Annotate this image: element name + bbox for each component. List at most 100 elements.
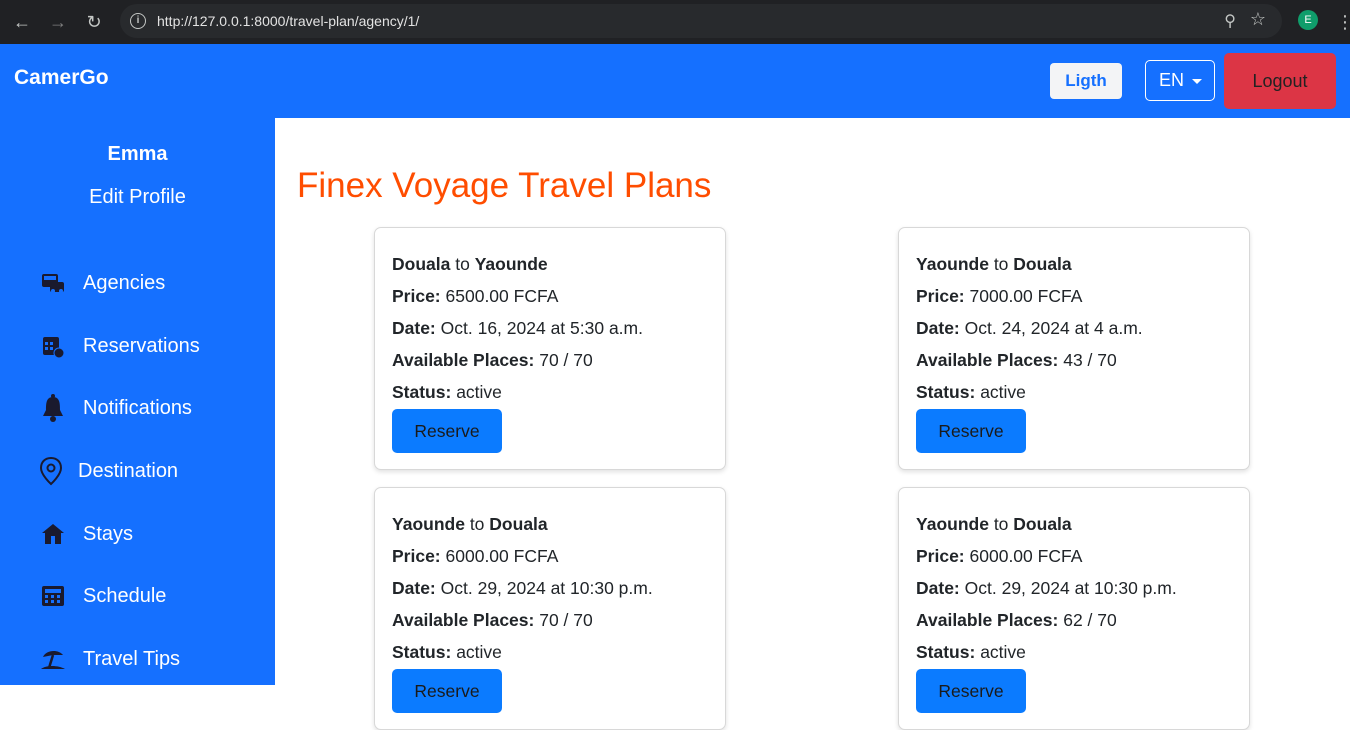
status-row: Status: active <box>916 382 1026 403</box>
route-separator: to <box>993 514 1009 534</box>
price-value: 7000.00 FCFA <box>969 286 1083 306</box>
route-separator: to <box>469 514 485 534</box>
status-value: active <box>980 642 1026 662</box>
route: Yaounde to Douala <box>392 514 548 535</box>
status-label: Status: <box>392 642 452 662</box>
sidebar-item-label: Schedule <box>83 584 167 607</box>
calculator-icon <box>38 581 68 611</box>
available-row: Available Places: 70 / 70 <box>392 350 593 371</box>
language-dropdown[interactable]: EN <box>1145 60 1215 101</box>
url-text[interactable]: http://127.0.0.1:8000/travel-plan/agency… <box>157 13 419 29</box>
bell-icon <box>38 393 68 423</box>
sidebar-item-label: Agencies <box>83 271 166 294</box>
date-value: Oct. 29, 2024 at 10:30 p.m. <box>440 578 653 598</box>
price-row: Price: 6500.00 FCFA <box>392 286 558 307</box>
reserve-button[interactable]: Reserve <box>916 669 1026 713</box>
price-row: Price: 6000.00 FCFA <box>916 546 1082 567</box>
profile-avatar[interactable]: E <box>1298 10 1318 30</box>
available-value: 70 / 70 <box>539 350 593 370</box>
available-value: 43 / 70 <box>1063 350 1117 370</box>
reserve-button[interactable]: Reserve <box>392 409 502 453</box>
zoom-icon[interactable]: ⚲ <box>1224 11 1236 31</box>
date-row: Date: Oct. 29, 2024 at 10:30 p.m. <box>392 578 653 599</box>
sidebar-item-travel-tips[interactable]: Travel Tips <box>38 642 180 676</box>
available-row: Available Places: 62 / 70 <box>916 610 1117 631</box>
available-value: 70 / 70 <box>539 610 593 630</box>
edit-profile-link[interactable]: Edit Profile <box>0 186 275 209</box>
reserve-button[interactable]: Reserve <box>916 409 1026 453</box>
sidebar-item-label: Notifications <box>83 396 192 419</box>
status-value: active <box>456 642 502 662</box>
available-label: Available Places: <box>916 350 1059 370</box>
price-label: Price: <box>916 286 965 306</box>
sidebar-item-schedule[interactable]: Schedule <box>38 579 166 613</box>
browser-chrome: ← → ↻ i http://127.0.0.1:8000/travel-pla… <box>0 0 1350 44</box>
forward-arrow-icon[interactable]: → <box>44 8 72 36</box>
address-bar[interactable]: i http://127.0.0.1:8000/travel-plan/agen… <box>120 4 1282 38</box>
route-separator: to <box>455 254 470 274</box>
sidebar-item-agencies[interactable]: Agencies <box>38 266 165 300</box>
theme-toggle-button[interactable]: Ligth <box>1050 63 1122 99</box>
sidebar-item-stays[interactable]: Stays <box>38 517 133 551</box>
sidebar-item-reservations[interactable]: Reservations <box>38 329 200 363</box>
date-value: Oct. 29, 2024 at 10:30 p.m. <box>964 578 1177 598</box>
date-value: Oct. 24, 2024 at 4 a.m. <box>964 318 1143 338</box>
bus-ticket-icon <box>38 268 68 298</box>
price-value: 6500.00 FCFA <box>445 286 559 306</box>
language-label: EN <box>1159 70 1185 90</box>
status-label: Status: <box>916 382 976 402</box>
caret-down-icon <box>1192 79 1202 84</box>
available-value: 62 / 70 <box>1063 610 1117 630</box>
main-content: Finex Voyage Travel Plans Douala to Yaou… <box>275 118 1350 730</box>
price-label: Price: <box>916 546 965 566</box>
route: Yaounde to Douala <box>916 254 1072 275</box>
date-row: Date: Oct. 29, 2024 at 10:30 p.m. <box>916 578 1177 599</box>
back-arrow-icon[interactable]: ← <box>8 8 36 36</box>
date-value: Oct. 16, 2024 at 5:30 a.m. <box>440 318 643 338</box>
sidebar-item-label: Travel Tips <box>83 647 181 670</box>
route-from: Yaounde <box>916 254 989 274</box>
travel-plan-card: Yaounde to Douala Price: 7000.00 FCFA Da… <box>898 227 1250 470</box>
sidebar-item-label: Reservations <box>83 334 200 357</box>
brand-logo[interactable]: CamerGo <box>14 66 109 90</box>
star-icon[interactable]: ☆ <box>1250 9 1266 30</box>
price-value: 6000.00 FCFA <box>969 546 1083 566</box>
route-from: Yaounde <box>916 514 989 534</box>
status-value: active <box>980 382 1026 402</box>
route-separator: to <box>993 254 1009 274</box>
available-label: Available Places: <box>916 610 1059 630</box>
info-icon[interactable]: i <box>130 13 146 29</box>
reload-icon[interactable]: ↻ <box>80 8 108 36</box>
top-navbar: CamerGo Ligth EN Logout <box>0 44 1350 118</box>
route: Yaounde to Douala <box>916 514 1072 535</box>
logout-button[interactable]: Logout <box>1224 53 1336 109</box>
date-label: Date: <box>392 318 436 338</box>
route-to: Douala <box>489 514 548 534</box>
travel-plan-card: Yaounde to Douala Price: 6000.00 FCFA Da… <box>374 487 726 730</box>
route-from: Yaounde <box>392 514 465 534</box>
user-name: Emma <box>107 143 168 165</box>
available-row: Available Places: 43 / 70 <box>916 350 1117 371</box>
status-row: Status: active <box>392 642 502 663</box>
available-row: Available Places: 70 / 70 <box>392 610 593 631</box>
price-row: Price: 7000.00 FCFA <box>916 286 1082 307</box>
route-to: Douala <box>1013 514 1072 534</box>
date-label: Date: <box>916 578 960 598</box>
available-label: Available Places: <box>392 610 535 630</box>
status-row: Status: active <box>392 382 502 403</box>
menu-kebab-icon[interactable]: ⋮ <box>1336 8 1350 36</box>
route-from: Douala <box>392 254 451 274</box>
calendar-icon <box>38 331 68 361</box>
status-value: active <box>456 382 502 402</box>
date-row: Date: Oct. 24, 2024 at 4 a.m. <box>916 318 1143 339</box>
travel-plan-card: Yaounde to Douala Price: 6000.00 FCFA Da… <box>898 487 1250 730</box>
reserve-button[interactable]: Reserve <box>392 669 502 713</box>
sidebar-item-destination[interactable]: Destination <box>36 454 178 488</box>
date-row: Date: Oct. 16, 2024 at 5:30 a.m. <box>392 318 643 339</box>
sidebar-item-notifications[interactable]: Notifications <box>38 391 192 425</box>
status-label: Status: <box>916 642 976 662</box>
available-label: Available Places: <box>392 350 535 370</box>
sidebar-item-label: Destination <box>78 459 179 482</box>
date-label: Date: <box>392 578 436 598</box>
price-label: Price: <box>392 286 441 306</box>
